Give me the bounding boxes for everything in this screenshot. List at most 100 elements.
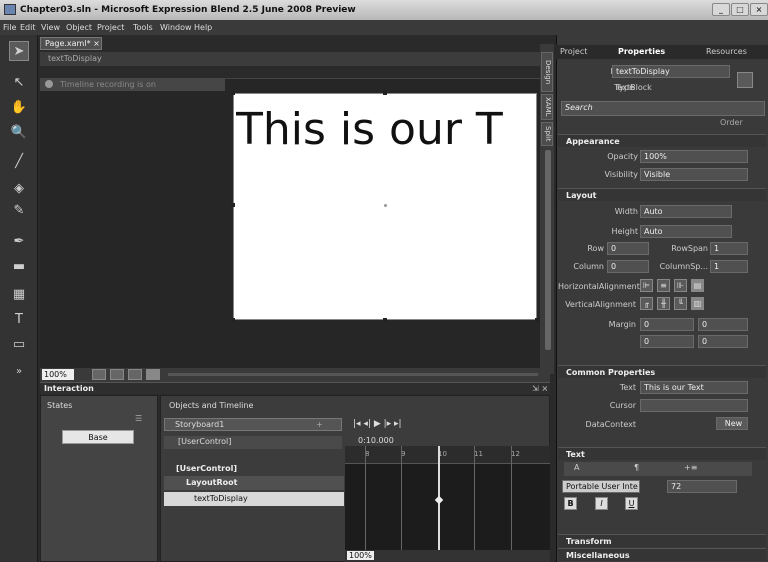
vertical-scrollbar[interactable] bbox=[545, 150, 551, 350]
pan-tool-icon[interactable]: ✋ bbox=[9, 98, 29, 118]
pen-tool-icon[interactable]: ✒ bbox=[9, 232, 29, 252]
usercontrol-scope: [UserControl] bbox=[178, 437, 232, 446]
resize-handle[interactable] bbox=[231, 203, 235, 207]
direct-selection-tool-icon[interactable]: ↖ bbox=[9, 73, 29, 93]
new-datacontext-button[interactable]: New bbox=[716, 417, 748, 430]
artboard-textblock[interactable]: This is our T bbox=[236, 103, 536, 163]
columnspan-field[interactable]: 1 bbox=[710, 260, 748, 273]
maximize-button[interactable]: □ bbox=[731, 3, 749, 16]
underline-icon[interactable]: U bbox=[625, 497, 638, 510]
tab-xaml[interactable]: XAML bbox=[541, 94, 553, 120]
eyedropper-tool-icon[interactable]: ╱ bbox=[9, 152, 29, 172]
margin-right-field[interactable]: 0 bbox=[698, 318, 748, 331]
align-stretch-icon[interactable]: ▤ bbox=[691, 279, 704, 292]
paint-bucket-tool-icon[interactable]: ◈ bbox=[9, 179, 29, 199]
resize-handle[interactable] bbox=[383, 318, 387, 322]
minimize-button[interactable]: _ bbox=[712, 3, 730, 16]
close-button[interactable]: × bbox=[750, 3, 768, 16]
indent-tab-icon[interactable]: +≡ bbox=[684, 463, 697, 472]
visibility-select[interactable]: Visible bbox=[640, 168, 748, 181]
text-field[interactable]: This is our Text bbox=[640, 381, 748, 394]
valign-center-icon[interactable]: ╫ bbox=[657, 297, 670, 310]
valign-stretch-icon[interactable]: ▥ bbox=[691, 297, 704, 310]
snap-lines-icon[interactable] bbox=[128, 369, 142, 380]
tree-item-usercontrol[interactable]: [UserControl] bbox=[164, 462, 344, 476]
tab-design[interactable]: Design bbox=[541, 52, 553, 92]
time-display[interactable]: 0:10.000 bbox=[358, 436, 394, 445]
resize-handle[interactable] bbox=[231, 91, 235, 95]
brush-tool-icon[interactable]: ✎ bbox=[9, 201, 29, 221]
margin-left-field[interactable]: 0 bbox=[640, 318, 694, 331]
order-button[interactable]: Order bbox=[720, 118, 743, 127]
control-tool-icon[interactable]: ▭ bbox=[9, 335, 29, 355]
menu-help[interactable]: Help bbox=[194, 23, 212, 32]
menu-tools[interactable]: Tools bbox=[133, 23, 153, 32]
paragraph-tab-icon[interactable]: ¶ bbox=[634, 463, 639, 472]
rowspan-field[interactable]: 1 bbox=[710, 242, 748, 255]
scope-row[interactable]: [UserControl] bbox=[164, 436, 342, 449]
height-field[interactable]: Auto bbox=[640, 225, 732, 238]
margin-top-field[interactable]: 0 bbox=[640, 335, 694, 348]
search-field[interactable]: Search bbox=[561, 101, 765, 116]
section-common-properties[interactable]: Common Properties bbox=[558, 365, 766, 378]
tree-item-layoutroot[interactable]: LayoutRoot bbox=[164, 476, 344, 490]
tree-item-textToDisplay[interactable]: textToDisplay bbox=[164, 492, 344, 506]
menu-window[interactable]: Window bbox=[160, 23, 192, 32]
add-storyboard-icon[interactable]: + bbox=[316, 420, 323, 429]
cursor-select[interactable] bbox=[640, 399, 748, 412]
font-size-field[interactable]: 72 bbox=[667, 480, 737, 493]
opacity-field[interactable]: 100% bbox=[640, 150, 748, 163]
panel-pin-icon[interactable]: ⇲ × bbox=[532, 384, 548, 393]
name-field[interactable]: textToDisplay bbox=[612, 65, 730, 78]
bold-icon[interactable]: B bbox=[564, 497, 577, 510]
menu-edit[interactable]: Edit bbox=[20, 23, 36, 32]
section-appearance[interactable]: Appearance bbox=[558, 134, 766, 147]
rectangle-tool-icon[interactable]: ▬ bbox=[9, 257, 29, 277]
selection-tool-icon[interactable]: ➤ bbox=[9, 41, 29, 61]
tab-resources[interactable]: Resources bbox=[706, 47, 747, 56]
base-state[interactable]: Base bbox=[62, 430, 134, 444]
menu-object[interactable]: Object bbox=[66, 23, 92, 32]
align-left-icon[interactable]: ⊫ bbox=[640, 279, 653, 292]
font-family-select[interactable]: Portable User Inte bbox=[562, 480, 640, 493]
margin-label: Margin bbox=[608, 320, 636, 329]
grid-tool-icon[interactable]: ▦ bbox=[9, 285, 29, 305]
menu-view[interactable]: View bbox=[41, 23, 60, 32]
align-center-icon[interactable]: ≡ bbox=[657, 279, 670, 292]
margin-bottom-field[interactable]: 0 bbox=[698, 335, 748, 348]
menu-file[interactable]: File bbox=[3, 23, 16, 32]
tab-page-xaml[interactable]: Page.xaml* × bbox=[40, 37, 102, 50]
resize-handle[interactable] bbox=[231, 318, 235, 322]
record-icon[interactable] bbox=[45, 80, 53, 88]
tab-properties[interactable]: Properties bbox=[618, 47, 665, 56]
tab-project[interactable]: Project bbox=[560, 47, 587, 56]
zoom-input[interactable]: 100% bbox=[42, 369, 74, 380]
section-miscellaneous[interactable]: Miscellaneous bbox=[558, 548, 766, 561]
section-transform[interactable]: Transform bbox=[558, 534, 766, 547]
playback-controls[interactable]: |◂ ◂| ▶ |▸ ▸| bbox=[353, 419, 402, 429]
section-text[interactable]: Text bbox=[558, 447, 766, 460]
resize-handle[interactable] bbox=[383, 91, 387, 95]
grid-toggle-icon[interactable] bbox=[92, 369, 106, 380]
row-field[interactable]: 0 bbox=[607, 242, 649, 255]
menu-project[interactable]: Project bbox=[97, 23, 124, 32]
add-state-group-icon[interactable]: ☰ bbox=[135, 414, 142, 423]
timeline-zoom-input[interactable]: 100% bbox=[347, 551, 374, 560]
valign-bottom-icon[interactable]: ╙ bbox=[674, 297, 687, 310]
font-tab-icon[interactable]: A bbox=[574, 463, 579, 472]
tab-split[interactable]: Split bbox=[541, 122, 553, 146]
italic-icon[interactable]: I bbox=[595, 497, 608, 510]
width-field[interactable]: Auto bbox=[640, 205, 732, 218]
align-right-icon[interactable]: ⊪ bbox=[674, 279, 687, 292]
valign-top-icon[interactable]: ╓ bbox=[640, 297, 653, 310]
breadcrumb-item[interactable]: textToDisplay bbox=[48, 54, 102, 63]
snap-grid-icon[interactable] bbox=[110, 369, 124, 380]
zoom-tool-icon[interactable]: 🔍 bbox=[9, 123, 29, 143]
asset-library-icon[interactable]: » bbox=[9, 362, 29, 382]
column-field[interactable]: 0 bbox=[607, 260, 649, 273]
section-layout[interactable]: Layout bbox=[558, 188, 766, 201]
resize-handle[interactable] bbox=[535, 318, 539, 322]
effects-toggle-icon[interactable] bbox=[146, 369, 160, 380]
text-tool-icon[interactable]: T bbox=[9, 310, 29, 330]
horizontal-scrollbar[interactable] bbox=[168, 373, 538, 376]
